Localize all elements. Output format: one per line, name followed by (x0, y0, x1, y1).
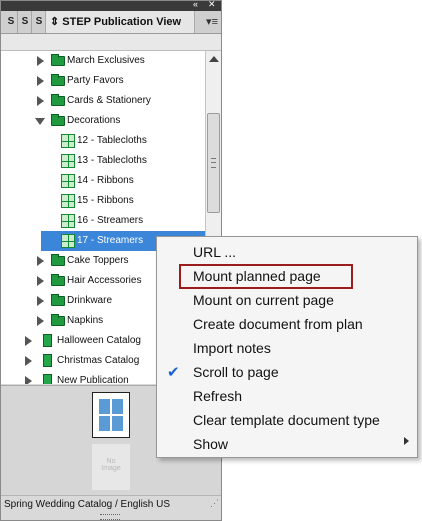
page-icon (61, 214, 75, 228)
tree-item-label: Halloween Catalog (57, 335, 141, 346)
page-icon (61, 154, 75, 168)
menu-item-refresh[interactable]: Refresh (193, 385, 242, 407)
tree-item-page-15[interactable]: 15 - Ribbons (1, 191, 205, 211)
context-menu: URL ... Mount planned page Mount on curr… (156, 236, 418, 458)
tree-item-label: New Publication (57, 375, 129, 384)
tab-step-publication-view[interactable]: ⇕ STEP Publication View (45, 11, 195, 33)
panel-title: STEP Publication View (62, 16, 182, 28)
page-icon (61, 174, 75, 188)
expand-arrow-icon[interactable] (37, 296, 44, 306)
expand-arrow-icon[interactable] (37, 76, 44, 86)
panel-menu-icon[interactable]: ▾≡ (206, 15, 218, 28)
resize-grip-icon[interactable]: ⋰ (210, 498, 219, 509)
expand-arrow-icon[interactable] (37, 316, 44, 326)
tree-item-page-12[interactable]: 12 - Tablecloths (1, 131, 205, 151)
folder-icon (51, 54, 65, 66)
page-icon (61, 234, 75, 248)
tree-item-label: Napkins (67, 315, 104, 326)
menu-item-url[interactable]: URL ... (193, 241, 236, 263)
expand-arrow-icon[interactable] (37, 56, 44, 66)
submenu-arrow-icon (404, 437, 409, 445)
collapse-arrow-icon[interactable] (35, 118, 45, 125)
folder-icon (51, 294, 65, 306)
tree-item-label: 16 - Streamers (77, 215, 144, 226)
mini-tab-1[interactable]: S (5, 11, 18, 33)
tree-item-label: March Exclusives (67, 55, 145, 66)
tree-item-label: Cake Toppers (67, 255, 129, 266)
tree-item-label: Drinkware (67, 295, 113, 306)
folder-icon (51, 254, 65, 266)
tree-item-party-favors[interactable]: Party Favors (1, 71, 205, 91)
thumbnail-cell (112, 399, 123, 414)
menu-item-scroll-to-page[interactable]: Scroll to page (193, 361, 279, 383)
publication-path: Spring Wedding Catalog / English US (4, 499, 171, 510)
tree-item-cards-stationery[interactable]: Cards & Stationery (1, 91, 205, 111)
tree-item-label: 12 - Tablecloths (77, 135, 147, 146)
tree-item-label: Decorations (67, 115, 121, 126)
folder-icon (51, 114, 65, 126)
folder-icon (51, 94, 65, 106)
folder-icon (51, 74, 65, 86)
no-image-label: No (106, 458, 116, 465)
menu-item-import-notes[interactable]: Import notes (193, 337, 271, 359)
menu-item-mount-on-current-page[interactable]: Mount on current page (193, 289, 334, 311)
tree-item-label: Party Favors (67, 75, 124, 86)
no-image-thumbnail[interactable]: No Image (92, 444, 130, 490)
no-image-label: Image (101, 465, 121, 472)
panel-toolbar (1, 34, 221, 51)
document-icon (43, 374, 52, 384)
tree-item-decorations[interactable]: Decorations (1, 111, 205, 131)
expand-arrow-icon[interactable] (25, 336, 32, 346)
mini-tab-2[interactable]: S (19, 11, 32, 33)
scroll-up-icon[interactable] (209, 56, 219, 62)
scrollbar-thumb[interactable] (207, 113, 220, 213)
grip-icon (211, 158, 216, 168)
document-icon (43, 334, 52, 347)
expand-arrow-icon[interactable] (37, 96, 44, 106)
menu-item-mount-planned-page[interactable]: Mount planned page (193, 265, 321, 287)
tree-item-page-13[interactable]: 13 - Tablecloths (1, 151, 205, 171)
expand-arrow-icon[interactable] (25, 356, 32, 366)
tree-item-page-14[interactable]: 14 - Ribbons (1, 171, 205, 191)
menu-item-create-document-from-plan[interactable]: Create document from plan (193, 313, 363, 335)
document-icon (43, 354, 52, 367)
thumbnail-cell (99, 399, 110, 414)
tree-item-label: Hair Accessories (67, 275, 142, 286)
checkmark-icon: ✔ (167, 364, 180, 381)
expand-arrow-icon[interactable] (25, 376, 32, 384)
menu-item-show[interactable]: Show (193, 433, 228, 455)
page-icon (61, 194, 75, 208)
expand-arrow-icon[interactable] (37, 276, 44, 286)
tree-item-label: Cards & Stationery (67, 95, 151, 106)
expand-arrow-icon[interactable] (37, 256, 44, 266)
page-layout-thumbnail[interactable] (92, 392, 130, 438)
double-arrow-icon[interactable]: « (193, 0, 198, 9)
status-bar: Spring Wedding Catalog / English US (1, 495, 221, 513)
tree-item-march-exclusives[interactable]: March Exclusives (1, 51, 205, 71)
tree-item-page-16[interactable]: 16 - Streamers (1, 211, 205, 231)
tree-item-label: 14 - Ribbons (77, 175, 134, 186)
thumbnail-cell (99, 416, 110, 431)
tree-item-label: Christmas Catalog (57, 355, 140, 366)
tree-item-label: 13 - Tablecloths (77, 155, 147, 166)
panel-bottom-grip[interactable] (100, 514, 120, 520)
thumbnail-cell (112, 416, 123, 431)
panel-tab-row: S S S ⇕ STEP Publication View ▾≡ (1, 11, 221, 34)
close-icon[interactable]: ✕ (208, 0, 216, 10)
tree-item-label: 15 - Ribbons (77, 195, 134, 206)
tree-item-label: 17 - Streamers (77, 235, 144, 246)
folder-icon (51, 314, 65, 326)
panel-title-strip: « ✕ (1, 0, 221, 11)
sort-icon: ⇕ (50, 16, 60, 28)
page-icon (61, 134, 75, 148)
menu-item-clear-template-document-type[interactable]: Clear template document type (193, 409, 380, 431)
folder-icon (51, 274, 65, 286)
